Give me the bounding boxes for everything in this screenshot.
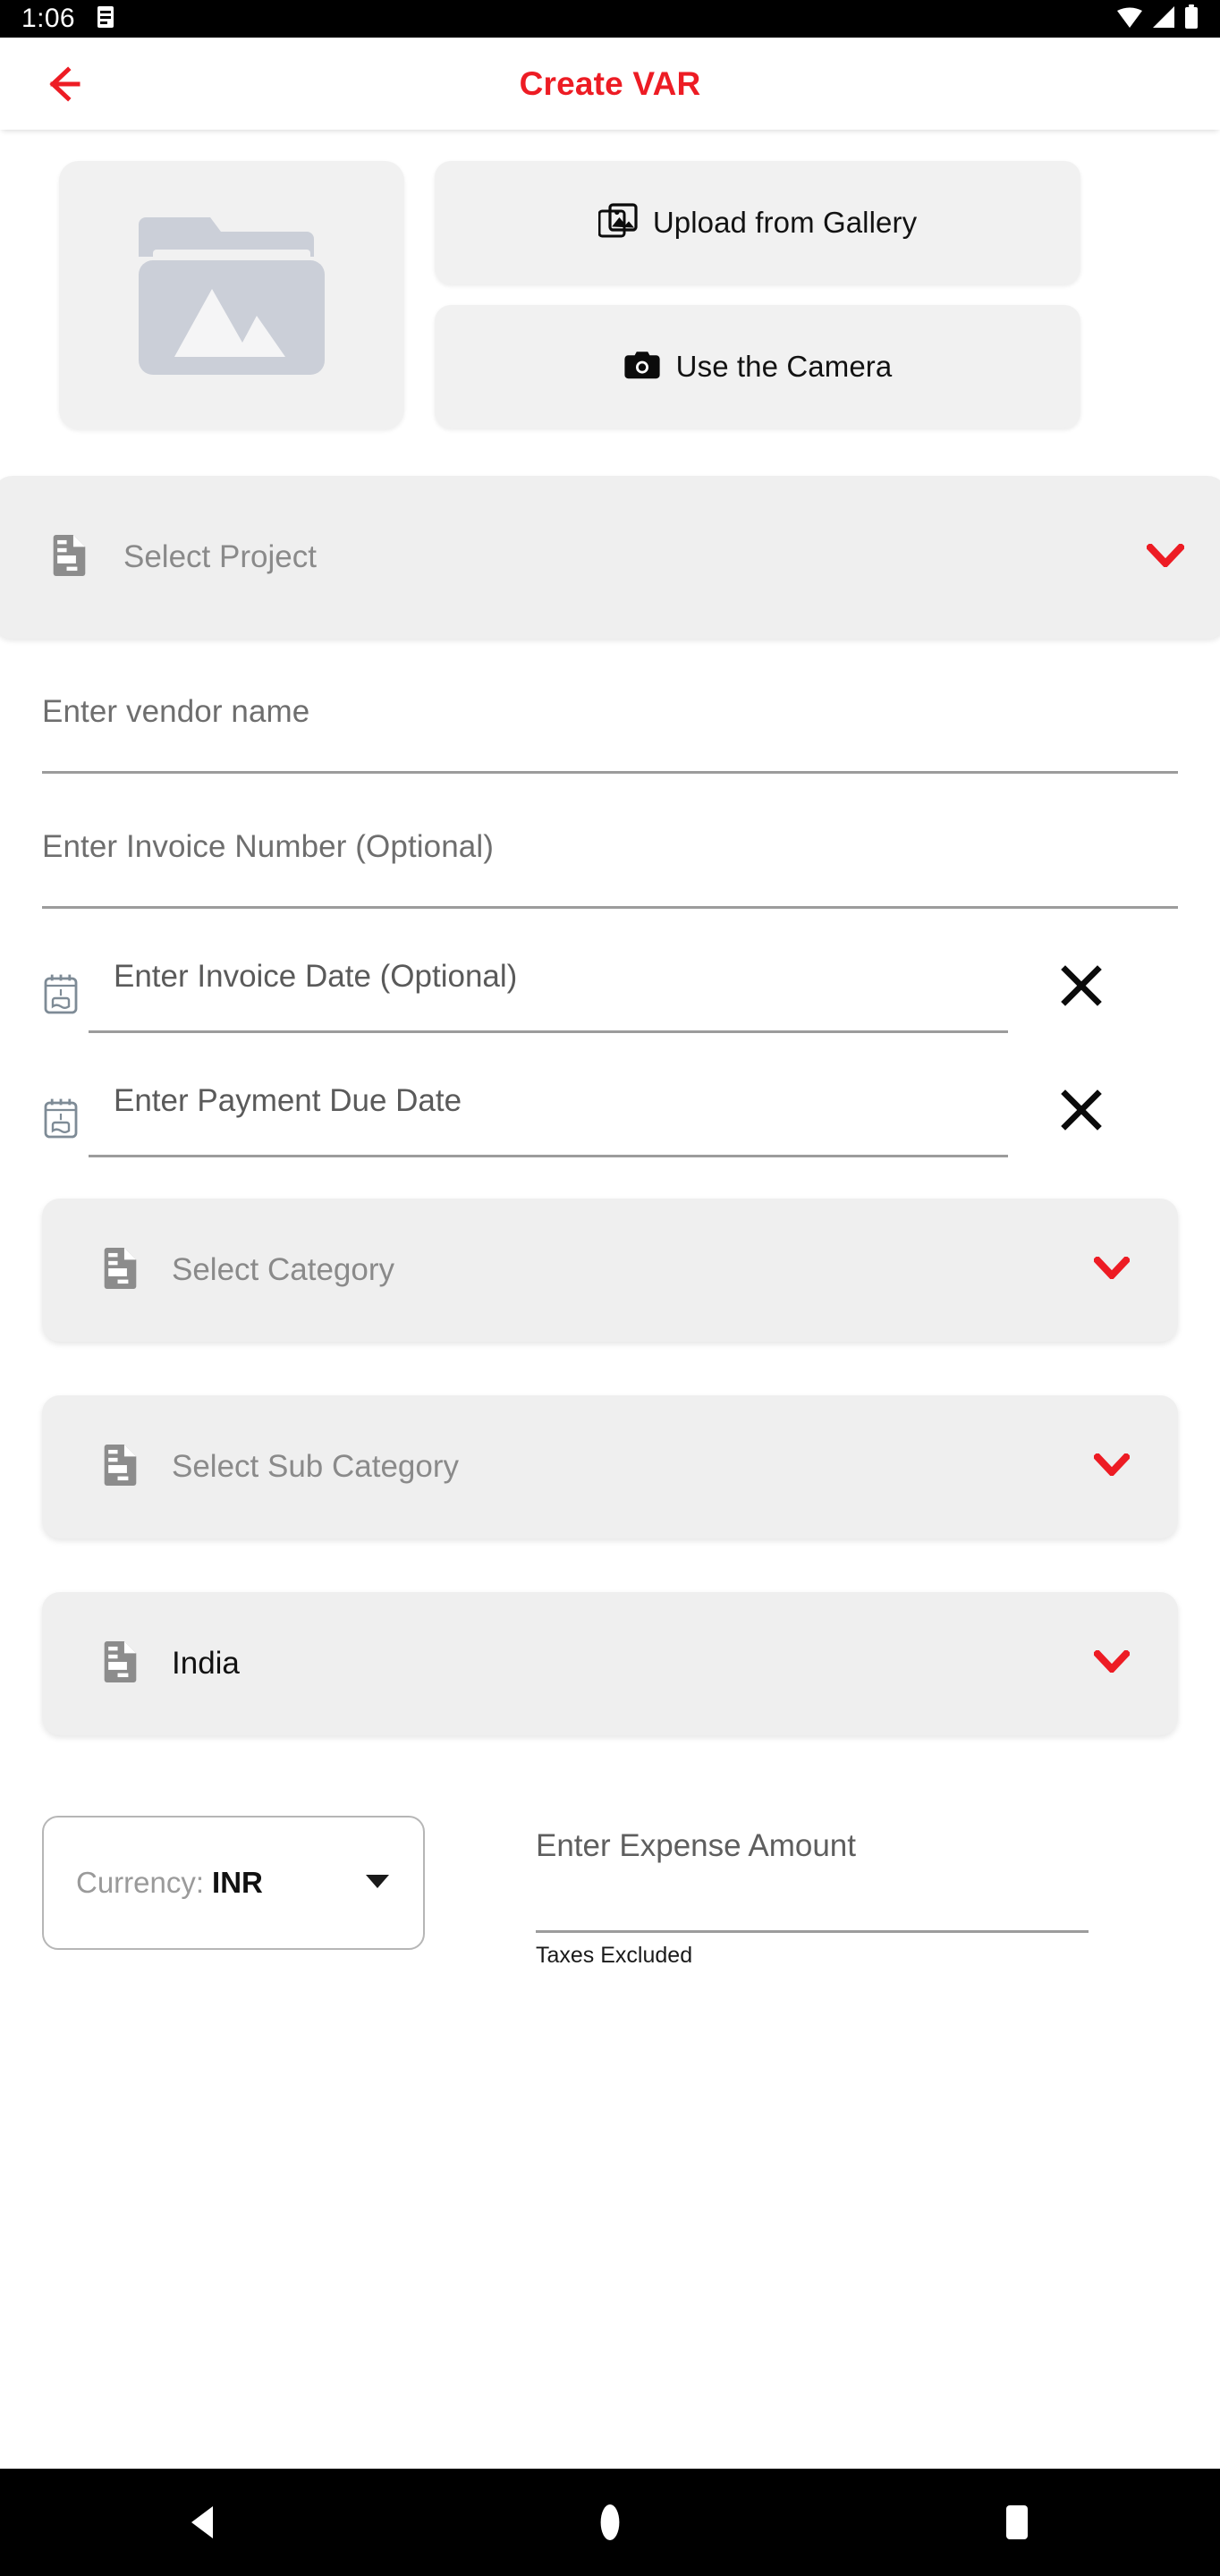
nav-back-button[interactable] [127, 2469, 279, 2576]
payment-due-date-underline [89, 1155, 1008, 1157]
upload-from-gallery-label: Upload from Gallery [652, 206, 918, 239]
camera-icon [623, 349, 661, 386]
chevron-down-icon[interactable] [1092, 1255, 1131, 1284]
use-the-camera-label: Use the Camera [675, 350, 893, 383]
gallery-image-icon [597, 202, 638, 243]
document-icon [103, 1444, 138, 1490]
invoice-date-input[interactable]: Enter Invoice Date (Optional) [89, 959, 1008, 1033]
calendar-event-icon [42, 973, 80, 1019]
upload-section: Upload from Gallery Use the Camera [0, 130, 1220, 429]
select-project-dropdown[interactable]: Select Project [0, 476, 1220, 639]
expense-amount-placeholder: Enter Expense Amount [536, 1828, 856, 1863]
use-the-camera-button[interactable]: Use the Camera [435, 305, 1080, 428]
page-title: Create VAR [519, 64, 701, 102]
expense-amount-helper: Taxes Excluded [536, 1943, 693, 1968]
chevron-down-icon[interactable] [1092, 1452, 1131, 1480]
calendar-event-icon [42, 1097, 80, 1143]
currency-label: Currency: [76, 1866, 205, 1899]
caret-down-icon[interactable] [364, 1872, 391, 1894]
nav-back-icon [191, 2506, 214, 2538]
image-preview-placeholder[interactable] [59, 161, 404, 429]
wifi-icon [1116, 5, 1143, 33]
back-button[interactable] [47, 59, 97, 109]
invoice-date-underline [89, 1030, 1008, 1033]
android-nav-bar [0, 2469, 1220, 2576]
document-icon [52, 534, 87, 580]
payment-due-date-field[interactable]: Enter Payment Due Date [42, 1083, 1008, 1157]
vendor-name-field[interactable]: Enter vendor name [42, 639, 1178, 774]
notification-icon [95, 4, 116, 34]
document-icon [103, 1247, 138, 1293]
select-category-label: Select Category [172, 1252, 395, 1287]
app-screen: 1:06 Create VAR Upload from Gallery Use … [0, 0, 1220, 2576]
payment-due-date-placeholder: Enter Payment Due Date [114, 1083, 462, 1118]
status-bar-left: 1:06 [21, 4, 116, 34]
payment-due-date-input[interactable]: Enter Payment Due Date [89, 1083, 1008, 1157]
form-scroll-area[interactable]: Upload from Gallery Use the Camera Selec… [0, 130, 1220, 2469]
invoice-date-row: Enter Invoice Date (Optional) [42, 909, 1178, 1033]
vendor-name-placeholder: Enter vendor name [42, 694, 310, 729]
status-bar-right [1116, 4, 1199, 34]
upload-actions: Upload from Gallery Use the Camera [435, 161, 1080, 428]
close-x-icon [1061, 1089, 1102, 1131]
expense-amount-field[interactable]: Enter Expense Amount Taxes Excluded [536, 1816, 1178, 1969]
back-arrow-icon [49, 65, 80, 102]
invoice-date-clear-button[interactable] [1047, 964, 1115, 1007]
battery-icon [1184, 4, 1199, 34]
invoice-number-field[interactable]: Enter Invoice Number (Optional) [42, 774, 1178, 909]
select-sub-category-dropdown[interactable]: Select Sub Category [42, 1395, 1178, 1538]
currency-value: INR [212, 1866, 263, 1899]
payment-due-date-clear-button[interactable] [1047, 1089, 1115, 1131]
signal-icon [1151, 5, 1176, 33]
status-time: 1:06 [21, 4, 75, 33]
status-bar: 1:06 [0, 0, 1220, 38]
close-x-icon [1061, 965, 1102, 1006]
invoice-date-field[interactable]: Enter Invoice Date (Optional) [42, 959, 1008, 1033]
folder-image-icon [139, 217, 325, 375]
select-project-label: Select Project [123, 539, 317, 574]
payment-due-date-row: Enter Payment Due Date [42, 1033, 1178, 1157]
chevron-down-icon[interactable] [1145, 541, 1186, 572]
currency-dropdown[interactable]: Currency: INR [42, 1816, 425, 1950]
invoice-number-placeholder: Enter Invoice Number (Optional) [42, 829, 494, 864]
app-bar: Create VAR [0, 38, 1220, 130]
select-country-label: India [172, 1646, 240, 1681]
select-country-dropdown[interactable]: India [42, 1592, 1178, 1735]
nav-home-icon [600, 2504, 620, 2540]
chevron-down-icon[interactable] [1092, 1648, 1131, 1677]
nav-recents-icon [1005, 2505, 1028, 2539]
upload-from-gallery-button[interactable]: Upload from Gallery [435, 161, 1080, 284]
document-icon [103, 1640, 138, 1687]
nav-home-button[interactable] [534, 2469, 686, 2576]
invoice-date-placeholder: Enter Invoice Date (Optional) [114, 959, 518, 994]
select-category-dropdown[interactable]: Select Category [42, 1199, 1178, 1342]
amount-section: Currency: INR Enter Expense Amount Taxes… [42, 1735, 1178, 1969]
select-sub-category-label: Select Sub Category [172, 1449, 460, 1484]
nav-recents-button[interactable] [941, 2469, 1093, 2576]
